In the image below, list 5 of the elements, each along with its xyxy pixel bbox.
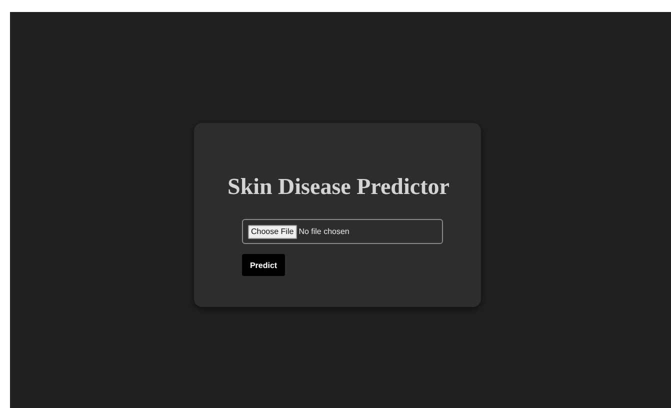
predict-button[interactable]: Predict	[242, 254, 285, 276]
choose-file-button[interactable]: Choose File	[248, 224, 297, 238]
file-input[interactable]: Choose File No file chosen	[242, 219, 443, 244]
file-status: No file chosen	[298, 227, 350, 236]
page-title: Skin Disease Predictor	[226, 173, 450, 201]
